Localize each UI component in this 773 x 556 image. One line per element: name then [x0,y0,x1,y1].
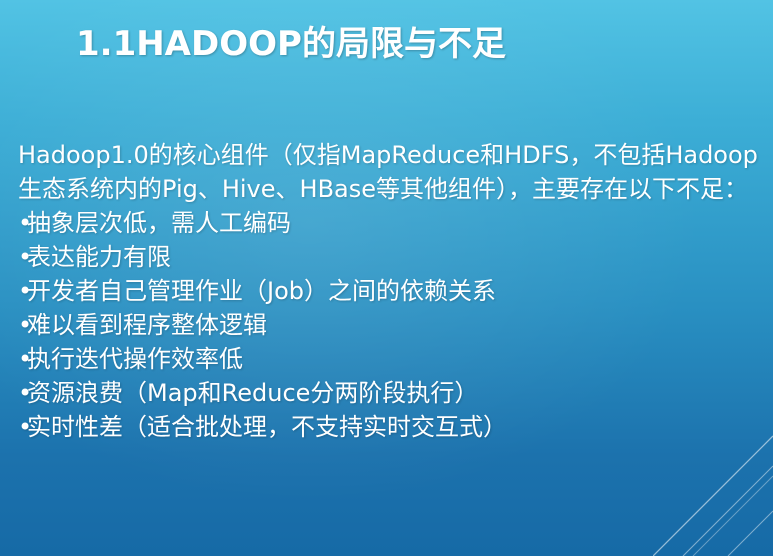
deco-line [653,435,773,556]
bullet-text: 抽象层次低，需人工编码 [27,209,291,237]
intro-paragraph: Hadoop1.0的核心组件（仅指MapReduce和HDFS，不包括Hadoo… [18,141,758,203]
bullet-text: 执行迭代操作效率低 [27,345,243,373]
deco-line [682,465,773,556]
list-item: •资源浪费（Map和Reduce分两阶段执行） [18,376,770,410]
bullet-text: 资源浪费（Map和Reduce分两阶段执行） [27,379,479,407]
list-item: •开发者自己管理作业（Job）之间的依赖关系 [18,274,770,308]
list-item: •难以看到程序整体逻辑 [18,308,770,342]
bullet-marker: • [18,379,33,407]
bullet-marker: • [18,243,33,271]
bullet-text: 难以看到程序整体逻辑 [27,311,267,339]
bullet-marker: • [18,209,33,237]
bullet-marker: • [18,345,33,373]
bullet-text: 表达能力有限 [27,243,171,271]
slide-title: 1.1HADOOP的局限与不足 [76,24,506,64]
list-item: •表达能力有限 [18,240,770,274]
bullet-marker: • [18,277,33,305]
deco-line [727,510,773,556]
bullet-list: •抽象层次低，需人工编码 •表达能力有限 •开发者自己管理作业（Job）之间的依… [18,206,770,444]
list-item: •抽象层次低，需人工编码 [18,206,770,240]
bullet-marker: • [18,311,33,339]
slide: 1.1HADOOP的局限与不足 Hadoop1.0的核心组件（仅指MapRedu… [0,0,773,556]
bullet-text: 开发者自己管理作业（Job）之间的依赖关系 [27,277,496,305]
bullet-marker: • [18,413,33,441]
slide-body: Hadoop1.0的核心组件（仅指MapReduce和HDFS，不包括Hadoo… [18,138,770,444]
deco-line [692,475,773,556]
bullet-text: 实时性差（适合批处理，不支持实时交互式） [27,413,507,441]
list-item: •执行迭代操作效率低 [18,342,770,376]
list-item: •实时性差（适合批处理，不支持实时交互式） [18,410,770,444]
